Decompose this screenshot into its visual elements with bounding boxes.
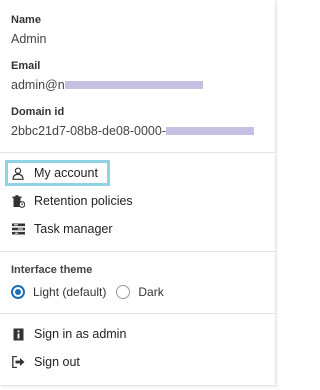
retention-policies-menu-item[interactable]: Retention policies (5, 188, 237, 214)
task-manager-icon (11, 222, 25, 236)
email-value: admin@n (11, 78, 203, 92)
task-manager-label: Task manager (34, 222, 113, 236)
divider (0, 152, 276, 153)
admin-icon (11, 327, 25, 341)
email-label: Email (11, 60, 41, 72)
divider (0, 313, 276, 314)
theme-dark-label[interactable]: Dark (138, 285, 163, 299)
sign-out-label: Sign out (34, 355, 80, 369)
domain-id-text: 2bbc21d7-08b8-de08-0000- (11, 124, 166, 138)
retention-icon (11, 194, 25, 208)
sign-out-menu-item[interactable]: Sign out (5, 349, 237, 375)
theme-dark-radio[interactable] (116, 285, 131, 299)
name-label: Name (11, 14, 41, 26)
my-account-label: My account (34, 166, 98, 180)
name-value: Admin (11, 32, 47, 46)
domain-id-value: 2bbc21d7-08b8-de08-0000- (11, 124, 254, 138)
user-icon (11, 166, 25, 180)
task-manager-menu-item[interactable]: Task manager (5, 216, 237, 242)
interface-theme-title: Interface theme (11, 264, 93, 276)
sign-in-as-admin-label: Sign in as admin (34, 327, 127, 341)
domain-id-redaction (166, 126, 254, 135)
theme-radio-group: Light (default) Dark (11, 285, 174, 299)
retention-policies-label: Retention policies (34, 194, 133, 208)
divider (0, 251, 276, 252)
email-text: admin@n (11, 78, 65, 92)
theme-light-label[interactable]: Light (default) (33, 285, 106, 299)
sign-out-icon (11, 355, 25, 369)
my-account-menu-item[interactable]: My account (5, 160, 110, 186)
account-menu-panel: Name Admin Email admin@n Domain id 2bbc2… (0, 0, 276, 386)
sign-in-as-admin-menu-item[interactable]: Sign in as admin (5, 321, 237, 347)
domain-id-label: Domain id (11, 106, 65, 118)
email-redaction (64, 80, 203, 89)
theme-light-radio[interactable] (11, 285, 25, 299)
